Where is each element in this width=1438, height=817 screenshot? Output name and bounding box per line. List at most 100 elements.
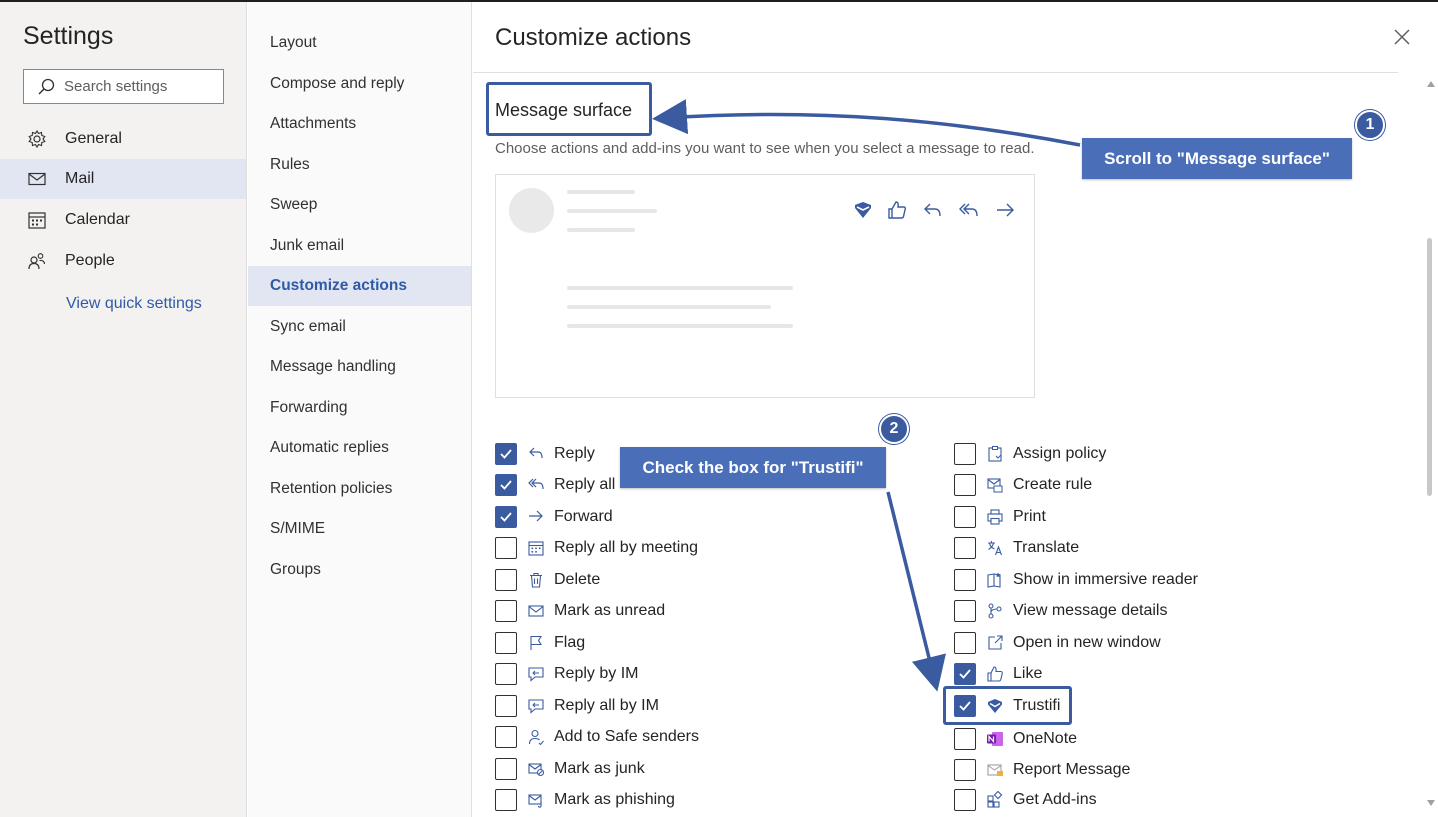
create-rule-checkbox[interactable] [954,474,976,496]
reader-icon [987,572,1001,588]
view-quick-settings-link[interactable]: View quick settings [66,295,202,313]
like-icon [987,666,1003,682]
print-checkbox[interactable] [954,506,976,528]
option-reply-all-by-meeting[interactable]: Reply all by meeting [495,534,698,562]
option-reply-all-by-im[interactable]: Reply all by IM [495,692,659,720]
option-forward[interactable]: Forward [495,503,613,531]
option-like[interactable]: Like [954,660,1042,688]
option-mark-as-unread[interactable]: Mark as unread [495,597,665,625]
search-settings-input[interactable]: Search settings [23,69,224,104]
scroll-up-arrow-icon[interactable] [1426,80,1436,88]
mark-as-junk-checkbox[interactable] [495,758,517,780]
reply-all-checkbox[interactable] [495,474,517,496]
chat-icon [528,667,544,682]
badge-step-2: 2 [879,414,909,444]
reply-by-im-checkbox[interactable] [495,663,517,685]
nav-item-mail[interactable]: Mail [0,159,246,199]
calendar-icon [528,541,544,556]
option-get-add-ins[interactable]: Get Add-ins [954,786,1097,814]
badge-step-1: 1 [1355,110,1385,140]
menu-item-sweep[interactable]: Sweep [248,185,471,225]
nav-item-calendar[interactable]: Calendar [0,200,246,240]
option-show-in-immersive-reader[interactable]: Show in immersive reader [954,566,1198,594]
option-label: Add to Safe senders [554,728,699,745]
option-print[interactable]: Print [954,503,1046,531]
people-icon [28,253,46,270]
add-to-safe-senders-checkbox[interactable] [495,726,517,748]
reply-all-by-meeting-checkbox[interactable] [495,537,517,559]
option-reply[interactable]: Reply [495,440,595,468]
menu-item-layout[interactable]: Layout [248,23,471,63]
option-add-to-safe-senders[interactable]: Add to Safe senders [495,723,699,751]
option-report-message[interactable]: Report Message [954,756,1130,784]
nav-item-general[interactable]: General [0,119,246,159]
option-assign-policy[interactable]: Assign policy [954,440,1106,468]
addins-icon [987,791,1003,808]
option-label: Reply by IM [554,665,639,682]
mark-as-unread-checkbox[interactable] [495,600,517,622]
preview-line [567,324,793,328]
menu-item-automatic-replies[interactable]: Automatic replies [248,428,471,468]
report-message-checkbox[interactable] [954,759,976,781]
checkmark-icon [500,512,512,522]
option-label: Reply all by meeting [554,539,699,556]
mark-as-phishing-checkbox[interactable] [495,789,517,811]
delete-checkbox[interactable] [495,569,517,591]
onenote-icon [987,732,1003,746]
option-open-in-new-window[interactable]: Open in new window [954,629,1161,657]
option-label: Assign policy [1013,445,1107,462]
like-checkbox[interactable] [954,663,976,685]
onenote-checkbox[interactable] [954,728,976,750]
option-view-message-details[interactable]: View message details [954,597,1167,625]
reply-all-by-im-checkbox[interactable] [495,695,517,717]
menu-item-attachments[interactable]: Attachments [248,104,471,144]
option-mark-as-phishing[interactable]: Mark as phishing [495,786,675,814]
assign-policy-checkbox[interactable] [954,443,976,465]
option-mark-as-junk[interactable]: Mark as junk [495,755,645,783]
view-message-details-checkbox[interactable] [954,600,976,622]
rule-icon [987,478,1003,493]
get-add-ins-checkbox[interactable] [954,789,976,811]
menu-item-junk-email[interactable]: Junk email [248,226,471,266]
flag-checkbox[interactable] [495,632,517,654]
preview-line [567,228,635,232]
menu-item-customize-actions[interactable]: Customize actions [248,266,471,306]
menu-item-smime[interactable]: S/MIME [248,509,471,549]
translate-checkbox[interactable] [954,537,976,559]
show-in-immersive-reader-checkbox[interactable] [954,569,976,591]
option-label: Create rule [1013,476,1093,493]
badge-step-2-number: 2 [889,420,899,437]
checkmark-icon [959,669,971,679]
nav-item-people[interactable]: People [0,241,246,281]
menu-item-compose-and-reply[interactable]: Compose and reply [248,64,471,104]
option-delete[interactable]: Delete [495,566,600,594]
scroll-down-arrow-icon[interactable] [1426,799,1436,807]
envelope-icon [528,605,544,617]
header-divider [473,72,1398,73]
option-onenote[interactable]: OneNote [954,725,1077,753]
option-reply-all[interactable]: Reply all [495,471,615,499]
menu-item-sync-email[interactable]: Sync email [248,307,471,347]
menu-item-forwarding[interactable]: Forwarding [248,388,471,428]
mail-icon [28,172,46,186]
menu-item-groups[interactable]: Groups [248,550,471,590]
option-flag[interactable]: Flag [495,629,585,657]
menu-item-retention-policies[interactable]: Retention policies [248,469,471,509]
menu-item-rules[interactable]: Rules [248,145,471,185]
nav-label-calendar: Calendar [65,211,130,228]
reply-checkbox[interactable] [495,443,517,465]
annotation-highlight-message-surface [486,82,652,136]
checkmark-icon [500,449,512,459]
menu-item-message-handling[interactable]: Message handling [248,347,471,387]
option-reply-by-im[interactable]: Reply by IM [495,660,638,688]
scrollbar-thumb[interactable] [1427,238,1432,496]
close-icon[interactable] [1391,26,1413,48]
forward-checkbox[interactable] [495,506,517,528]
option-translate[interactable]: Translate [954,534,1079,562]
option-create-rule[interactable]: Create rule [954,471,1092,499]
junk-icon [528,763,545,777]
phishing-icon [528,794,542,808]
reply-all-icon [959,203,978,217]
open-in-new-window-checkbox[interactable] [954,632,976,654]
search-placeholder: Search settings [64,78,168,95]
